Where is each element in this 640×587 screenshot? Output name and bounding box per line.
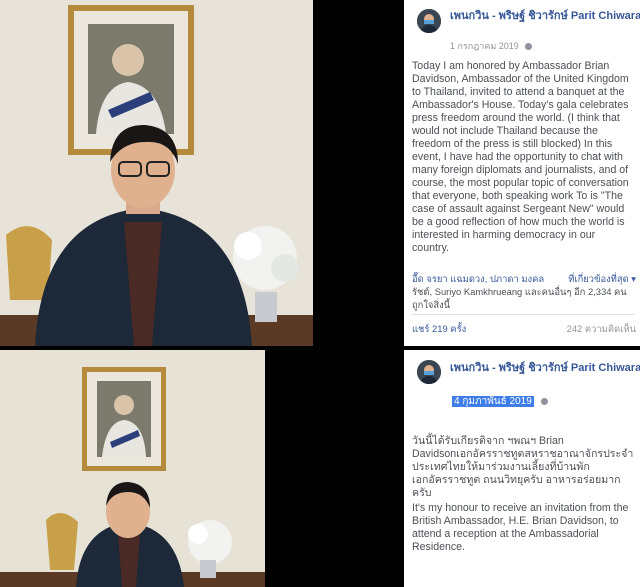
post-header: เพนกวิน - พริษฐ์ ชิวารักษ์ Parit Chiwara… [412, 0, 640, 40]
divider [412, 314, 634, 315]
likers-names[interactable]: อื๊ด จรยา แฉมดวง, ปภาดา มงคล [412, 272, 544, 285]
likers-more[interactable]: รัชต์, Suriyo Kamkhrueang และคนอื่นๆ อีก… [412, 285, 636, 298]
facebook-post-bottom: เพนกวิน - พริษฐ์ ชิวารักษ์ Parit Chiwara… [404, 350, 640, 587]
globe-icon [540, 397, 548, 405]
post-body: Today I am honored by Ambassador Brian D… [412, 60, 629, 254]
post-meta: 4 กุมภาพันธ์ 2019 [452, 395, 548, 408]
globe-icon [525, 43, 533, 51]
post-date[interactable]: 4 กุมภาพันธ์ 2019 [452, 396, 534, 407]
reactions-summary: อื๊ด จรยา แฉมดวง, ปภาดา มงคล ที่เกี่ยวข้… [412, 272, 636, 311]
bottom-photo [0, 350, 265, 587]
post-meta: 1 กรกฎาคม 2019 [450, 40, 533, 53]
post-date[interactable]: 1 กรกฎาคม 2019 [450, 41, 519, 51]
top-photo [0, 0, 313, 346]
author-name[interactable]: เพนกวิน - พริษฐ์ ชิวารักษ์ Parit Chiwara… [450, 362, 640, 375]
post-body-english: It's my honour to receive an invitation … [412, 502, 629, 553]
author-name[interactable]: เพนกวิน - พริษฐ์ ชิวารักษ์ Parit Chiwara… [450, 10, 640, 23]
shares-count[interactable]: แชร์ 219 ครั้ง [412, 322, 466, 335]
post-body-thai: วันนี้ได้รับเกียรติจาก ฯพณฯ Brian Davids… [412, 435, 634, 499]
avatar[interactable] [417, 9, 441, 33]
likes-this-label: ถูกใจสิ่งนี้ [412, 299, 451, 310]
most-relevant-dropdown[interactable]: ที่เกี่ยวข้องที่สุด ▾ [568, 272, 636, 285]
post-stats: แชร์ 219 ครั้ง 242 ความคิดเห็น [412, 322, 636, 335]
avatar[interactable] [417, 360, 441, 384]
comments-count[interactable]: 242 ความคิดเห็น [567, 322, 636, 335]
facebook-post-top: เพนกวิน - พริษฐ์ ชิวารักษ์ Parit Chiwara… [404, 0, 640, 346]
